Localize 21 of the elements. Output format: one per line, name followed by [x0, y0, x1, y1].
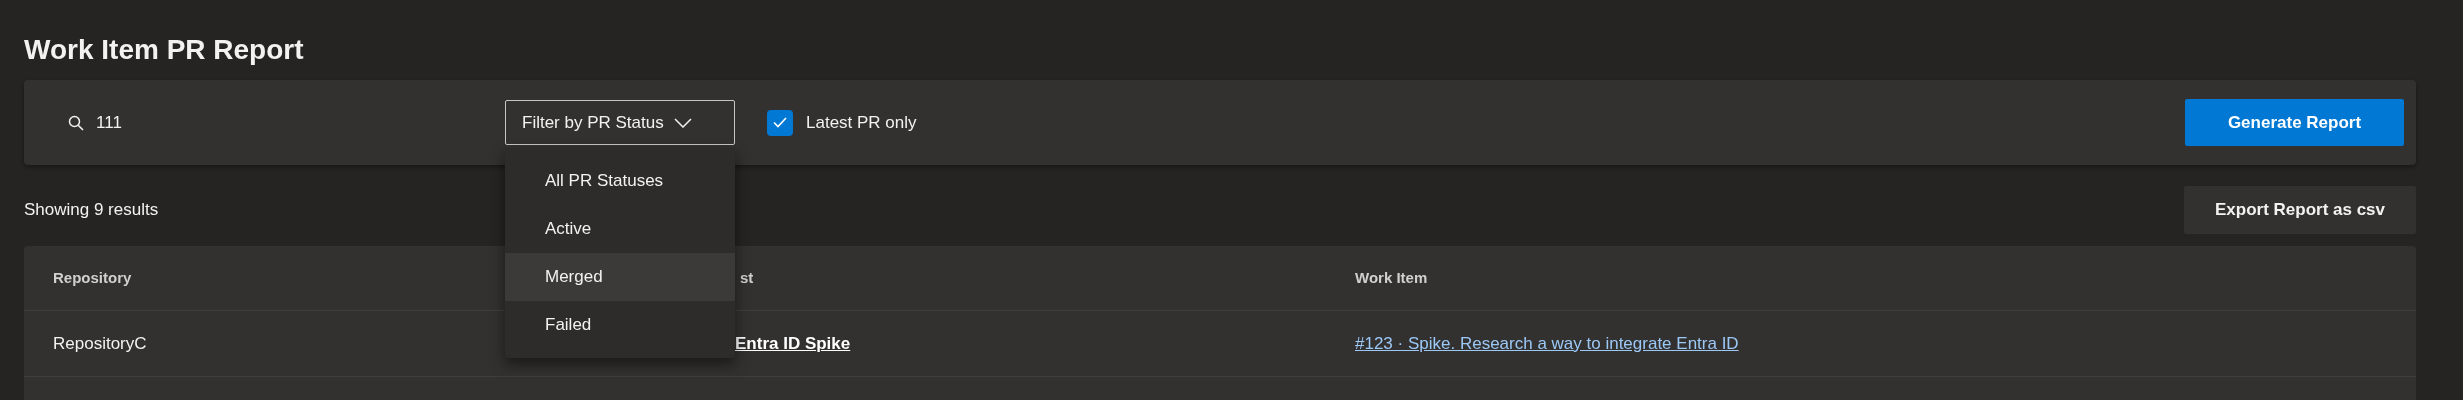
menu-item[interactable]: Merged [505, 253, 735, 301]
search-field[interactable]: 111 [96, 112, 396, 133]
work-item-link[interactable]: #123 · Spike. Research a way to integrate Entra ID [1355, 333, 1739, 353]
pull-request-link[interactable]: Entra ID Spike [735, 333, 851, 353]
checkbox[interactable] [767, 109, 793, 136]
checkmark-icon [773, 117, 787, 128]
results-count: Showing 9 results [24, 200, 159, 220]
checkbox-label: Latest PR only [806, 112, 917, 133]
column-header: Repository [53, 269, 132, 286]
chevron-down-icon [673, 117, 692, 128]
generate-report-button[interactable]: Generate Report [2185, 99, 2404, 146]
page-title: Work Item PR Report [24, 33, 304, 67]
menu-item[interactable]: Active [505, 205, 735, 253]
search-icon [68, 114, 84, 131]
menu-item[interactable]: Failed [505, 301, 735, 349]
menu-item[interactable]: All PR Statuses [505, 157, 735, 205]
export-csv-button[interactable]: Export Report as csv [2184, 186, 2416, 234]
column-header: st [740, 269, 754, 286]
status-filter-dropdown[interactable]: Filter by PR Status [505, 100, 735, 145]
table-cell: RepositoryC [53, 333, 147, 353]
column-header: Work Item [1355, 269, 1428, 286]
